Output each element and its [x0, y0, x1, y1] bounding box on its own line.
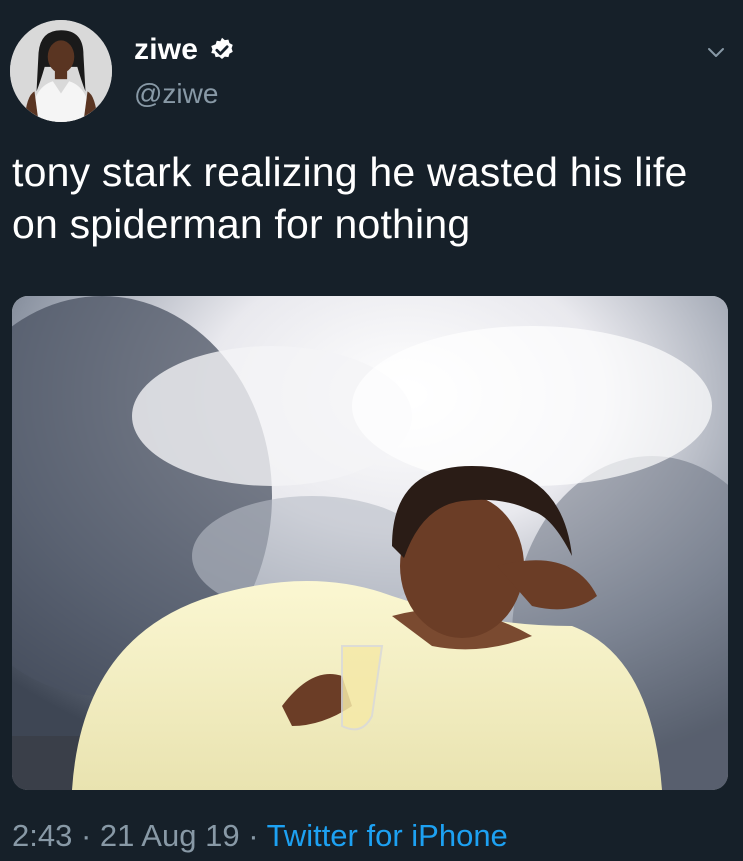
- meta-separator: ·: [80, 818, 92, 853]
- avatar-image: [10, 20, 112, 122]
- user-handle[interactable]: @ziwe: [134, 78, 236, 110]
- tweet-header: ziwe @ziwe: [10, 18, 730, 128]
- display-name-row: ziwe: [134, 30, 236, 70]
- tweet-text: tony stark realizing he wasted his life …: [12, 149, 688, 247]
- tweet-media-image[interactable]: [12, 296, 728, 790]
- tweet-card: ziwe @ziwe tony stark realizing he waste…: [0, 0, 743, 861]
- tweet-source-link[interactable]: Twitter for iPhone: [267, 818, 508, 853]
- verified-badge-icon: [208, 36, 236, 64]
- chevron-down-icon[interactable]: [704, 40, 728, 64]
- avatar[interactable]: [10, 20, 112, 122]
- user-names: ziwe @ziwe: [134, 30, 236, 110]
- meta-separator: ·: [248, 818, 259, 853]
- tweet-time[interactable]: 2:43: [12, 818, 72, 853]
- tweet-date[interactable]: 21 Aug 19: [100, 818, 240, 853]
- tweet-meta: 2:43 · 21 Aug 19 · Twitter for iPhone: [12, 818, 508, 854]
- display-name[interactable]: ziwe: [134, 33, 198, 67]
- meme-image: [12, 296, 728, 790]
